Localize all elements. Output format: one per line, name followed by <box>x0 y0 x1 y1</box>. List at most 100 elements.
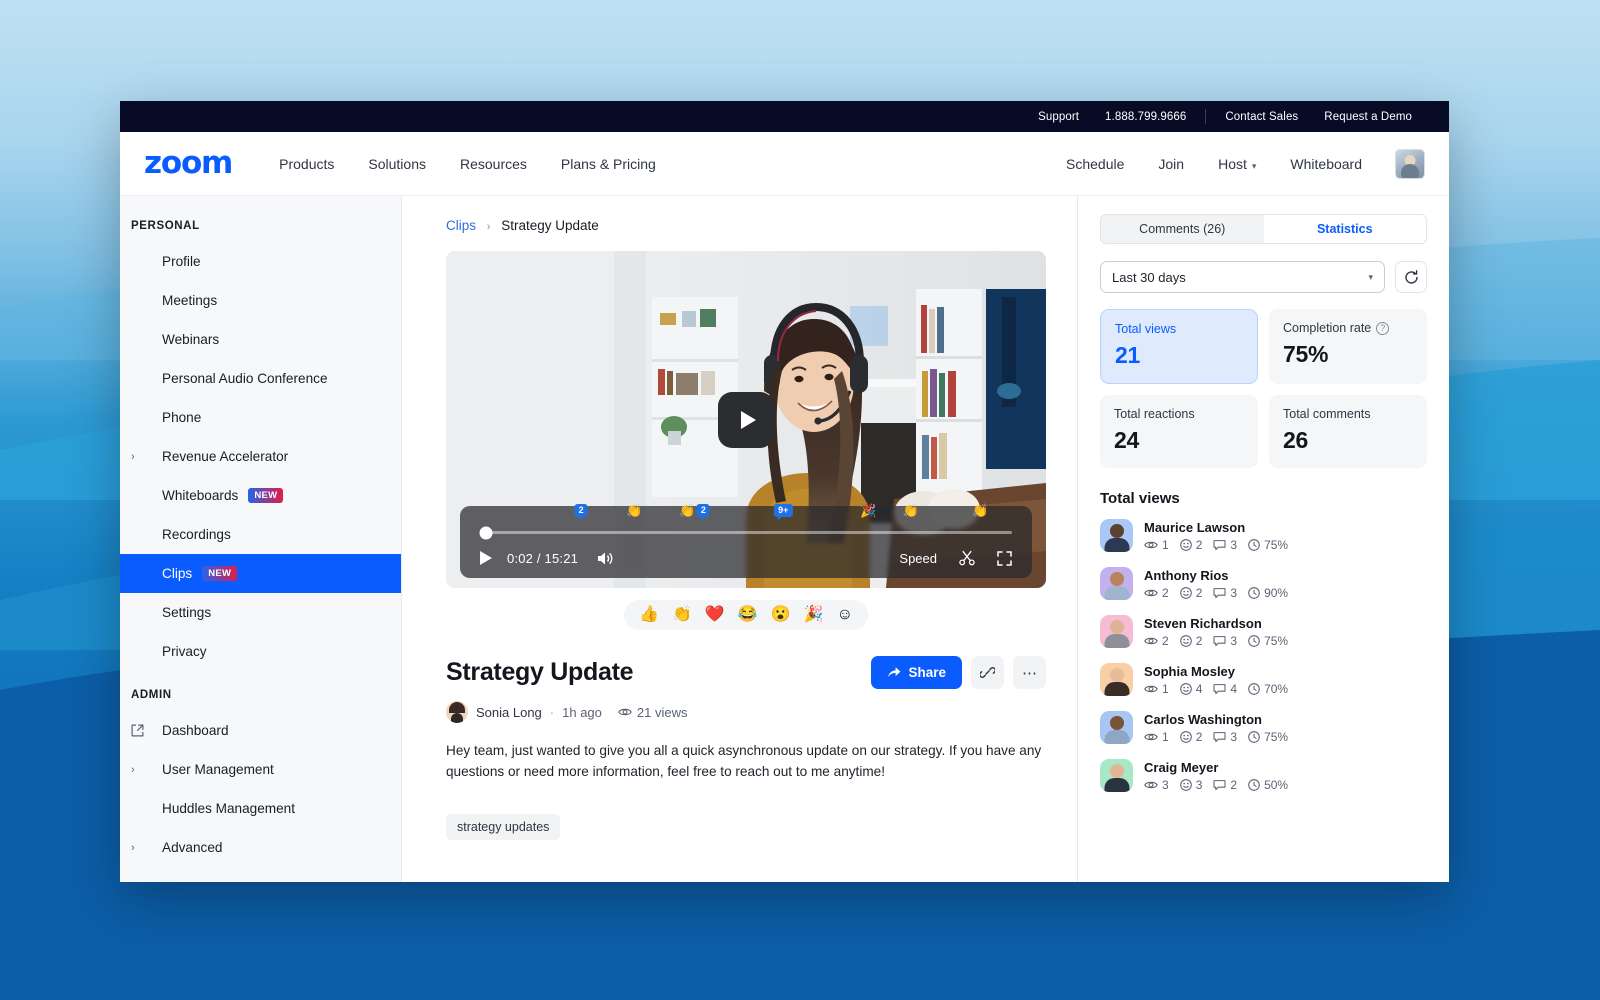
list-item[interactable]: Craig Meyer33250% <box>1100 751 1427 799</box>
stat-card-total-comments[interactable]: Total comments26 <box>1269 395 1427 468</box>
avatar[interactable] <box>1395 149 1425 179</box>
statistics-panel: Comments (26) Statistics Last 30 days ▾ … <box>1077 196 1449 882</box>
sidebar-item-settings[interactable]: Settings <box>120 593 401 632</box>
clock-icon <box>1248 683 1260 695</box>
timeline-reaction-marker[interactable]: 👏 <box>679 504 695 517</box>
clip-description: Hey team, just wanted to give you all a … <box>446 740 1046 782</box>
timeline-reaction-marker[interactable]: 🎉 <box>860 504 876 517</box>
share-button[interactable]: Share <box>871 656 962 689</box>
stat-card-total-views[interactable]: Total views21 <box>1100 309 1258 384</box>
stat-card-value: 21 <box>1115 342 1243 369</box>
timeline-reaction-marker[interactable]: 👏 <box>903 504 919 517</box>
viewer-stat-value: 75% <box>1264 730 1288 744</box>
volume-icon[interactable] <box>596 551 613 566</box>
nav-link-host[interactable]: Host▾ <box>1201 156 1273 172</box>
timeline-reaction-marker[interactable]: 👏 <box>972 504 988 517</box>
breadcrumb-link-clips[interactable]: Clips <box>446 218 476 233</box>
nav-link-resources[interactable]: Resources <box>443 156 544 172</box>
timeline-comment-marker[interactable]: 2 <box>697 504 710 517</box>
viewer-stat-value: 2 <box>1196 730 1203 744</box>
nav-link-schedule[interactable]: Schedule <box>1049 156 1141 172</box>
list-item[interactable]: Maurice Lawson12375% <box>1100 511 1427 559</box>
sidebar-item-privacy[interactable]: Privacy <box>120 632 401 671</box>
nav-link-plans-pricing[interactable]: Plans & Pricing <box>544 156 673 172</box>
sidebar-item-meetings[interactable]: Meetings <box>120 281 401 320</box>
viewer-stat-views: 2 <box>1144 634 1169 648</box>
refresh-button[interactable] <box>1395 261 1427 293</box>
timeline-comment-marker[interactable]: 2 <box>575 504 588 517</box>
reaction-emoji-5[interactable]: 🎉 <box>804 607 824 623</box>
sidebar-item-profile[interactable]: Profile <box>120 242 401 281</box>
video-scrubber-knob[interactable] <box>480 526 493 539</box>
clock-icon <box>1248 587 1260 599</box>
tab-comments[interactable]: Comments (26) <box>1101 215 1264 243</box>
sidebar-item-phone[interactable]: Phone <box>120 398 401 437</box>
list-item[interactable]: Sophia Mosley14470% <box>1100 655 1427 703</box>
more-options-button[interactable]: ⋯ <box>1013 656 1046 689</box>
comment-icon <box>1213 539 1226 551</box>
viewer-stat-reactions: 2 <box>1180 730 1203 744</box>
video-player[interactable]: 2👏👏29+🎉👏👏 0:02 / 15:21 Speed <box>446 251 1046 588</box>
speed-button[interactable]: Speed <box>899 551 937 566</box>
sidebar-item-advanced[interactable]: ›Advanced <box>120 828 401 867</box>
sidebar-item-user-management[interactable]: ›User Management <box>120 750 401 789</box>
sidebar-item-recordings[interactable]: Recordings <box>120 515 401 554</box>
video-progress-track[interactable]: 2👏👏29+🎉👏👏 <box>480 531 1012 534</box>
list-item[interactable]: Anthony Rios22390% <box>1100 559 1427 607</box>
sidebar-personal-item-label: Whiteboards <box>151 488 238 503</box>
viewer-info: Carlos Washington12375% <box>1144 712 1288 744</box>
sidebar-item-dashboard[interactable]: Dashboard <box>120 711 401 750</box>
reaction-emoji-1[interactable]: 👏 <box>672 607 692 623</box>
viewer-stat-value: 1 <box>1162 730 1169 744</box>
copy-link-button[interactable] <box>971 656 1004 689</box>
utility-link-phone[interactable]: 1.888.799.9666 <box>1092 111 1199 123</box>
date-range-select[interactable]: Last 30 days ▾ <box>1100 261 1385 293</box>
sidebar-item-webinars[interactable]: Webinars <box>120 320 401 359</box>
nav-link-products[interactable]: Products <box>262 156 351 172</box>
list-item[interactable]: Carlos Washington12375% <box>1100 703 1427 751</box>
sidebar-item-personal-audio-conference[interactable]: Personal Audio Conference <box>120 359 401 398</box>
refresh-icon <box>1404 270 1419 285</box>
stat-card-completion-rate[interactable]: Completion rate?75% <box>1269 309 1427 384</box>
viewer-stat-completion: 70% <box>1248 682 1288 696</box>
nav-link-join[interactable]: Join <box>1141 156 1201 172</box>
reaction-emoji-0[interactable]: 👍 <box>639 607 659 623</box>
viewer-stat-views: 1 <box>1144 538 1169 552</box>
eye-icon <box>1144 732 1158 742</box>
stat-card-total-reactions[interactable]: Total reactions24 <box>1100 395 1258 468</box>
timeline-reaction-marker[interactable]: 👏 <box>626 504 642 517</box>
list-item[interactable]: Steven Richardson22375% <box>1100 607 1427 655</box>
viewer-stat-value: 2 <box>1162 634 1169 648</box>
control-play-icon[interactable] <box>480 551 492 565</box>
tag-item[interactable]: strategy updates <box>446 814 560 840</box>
nav-link-solutions[interactable]: Solutions <box>351 156 443 172</box>
play-button[interactable] <box>718 392 774 448</box>
nav-link-whiteboard[interactable]: Whiteboard <box>1273 156 1379 172</box>
timeline-comment-marker[interactable]: 9+ <box>774 504 792 517</box>
sidebar-item-whiteboards[interactable]: WhiteboardsNEW <box>120 476 401 515</box>
viewer-stat-value: 3 <box>1230 586 1237 600</box>
eye-icon <box>1144 780 1158 790</box>
fullscreen-icon[interactable] <box>997 551 1012 566</box>
viewer-name: Craig Meyer <box>1144 760 1288 775</box>
zoom-logo[interactable]: zoom <box>144 148 232 179</box>
sidebar-item-clips[interactable]: ClipsNEW <box>120 554 401 593</box>
chevron-down-icon: ▾ <box>1368 272 1373 283</box>
scissors-icon[interactable] <box>959 550 975 566</box>
add-reaction-icon[interactable]: ☺ <box>837 607 853 623</box>
viewer-stat-comments: 2 <box>1213 778 1237 792</box>
reaction-emoji-4[interactable]: 😮 <box>771 607 791 623</box>
utility-link-request-demo[interactable]: Request a Demo <box>1311 111 1425 123</box>
stat-card-label: Completion rate? <box>1283 321 1413 335</box>
reaction-emoji-3[interactable]: 😂 <box>738 607 758 623</box>
reaction-emoji-2[interactable]: ❤️ <box>705 607 725 623</box>
help-icon[interactable]: ? <box>1376 322 1389 335</box>
tab-statistics[interactable]: Statistics <box>1264 215 1427 243</box>
clock-icon <box>1248 635 1260 647</box>
sidebar-item-huddles-management[interactable]: Huddles Management <box>120 789 401 828</box>
clock-icon <box>1248 731 1260 743</box>
sidebar-item-revenue-accelerator[interactable]: ›Revenue Accelerator <box>120 437 401 476</box>
utility-link-support[interactable]: Support <box>1025 111 1092 123</box>
viewer-stat-views: 3 <box>1144 778 1169 792</box>
utility-link-contact-sales[interactable]: Contact Sales <box>1212 111 1311 123</box>
